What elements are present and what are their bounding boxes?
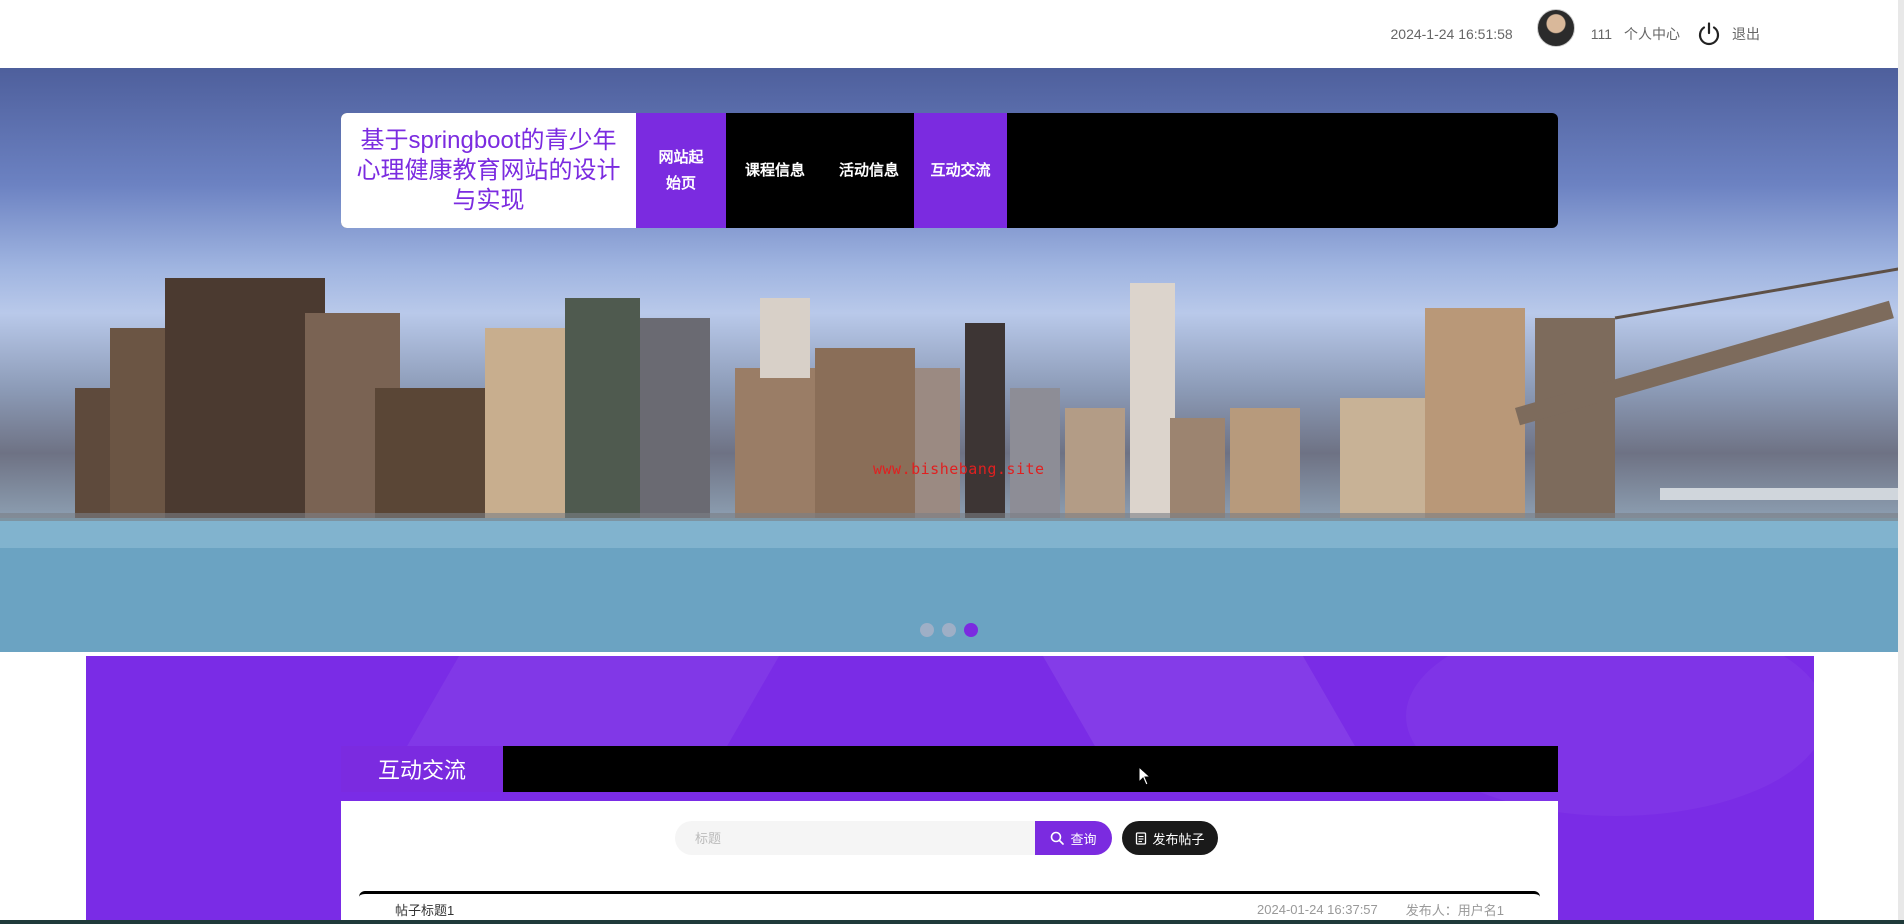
- mouse-cursor-icon: [1138, 766, 1152, 786]
- decorative-shape: [1037, 656, 1355, 746]
- taskbar-edge: [0, 920, 1904, 924]
- user-area: 2024-1-24 16:51:58 111 个人中心 退出: [1390, 9, 1760, 56]
- post-title: 帖子标题1: [395, 902, 455, 918]
- nav-course-info[interactable]: 课程信息: [726, 113, 824, 228]
- document-icon: [1136, 831, 1147, 845]
- main-nav: 基于springboot的青少年心理健康教育网站的设计与实现 网站起始页 课程信…: [341, 113, 1558, 228]
- current-datetime: 2024-1-24 16:51:58: [1390, 26, 1513, 42]
- nav-forum[interactable]: 互动交流: [914, 113, 1007, 228]
- carousel-dot-1[interactable]: [920, 623, 934, 637]
- search-icon: [1051, 831, 1065, 845]
- nav-activity-info[interactable]: 活动信息: [824, 113, 914, 228]
- watermark-text: www.bishebang.site: [873, 460, 1045, 478]
- search-row: 查询 发布帖子: [675, 821, 1218, 855]
- logout-link[interactable]: 退出: [1732, 24, 1760, 44]
- personal-center-link[interactable]: 个人中心: [1624, 24, 1680, 44]
- nav-home[interactable]: 网站起始页: [636, 113, 726, 228]
- top-bar: 2024-1-24 16:51:58 111 个人中心 退出: [0, 0, 1904, 68]
- section-title: 互动交流: [341, 746, 503, 792]
- carousel-dot-2[interactable]: [942, 623, 956, 637]
- post-author: 发布人：用户名1: [1405, 902, 1504, 918]
- scrollbar[interactable]: [1898, 0, 1904, 924]
- carousel-dot-3[interactable]: [964, 623, 978, 637]
- power-icon[interactable]: [1696, 21, 1722, 47]
- search-input[interactable]: [675, 821, 1035, 855]
- publish-post-button[interactable]: 发布帖子: [1122, 821, 1218, 855]
- decorative-shape: [1406, 656, 1814, 816]
- site-title: 基于springboot的青少年心理健康教育网站的设计与实现: [341, 113, 636, 228]
- username: 111: [1590, 26, 1612, 42]
- search-button-label: 查询: [1070, 831, 1097, 847]
- forum-panel: 查询 发布帖子 帖子标题1 2024-01-24 16:37:57 发布人：用户…: [341, 801, 1558, 924]
- avatar[interactable]: [1536, 9, 1575, 47]
- carousel-indicators: [920, 623, 978, 637]
- section-title-bar: 互动交流: [341, 746, 1558, 792]
- search-button[interactable]: 查询: [1035, 821, 1112, 855]
- publish-post-label: 发布帖子: [1152, 831, 1205, 847]
- decorative-shape: [407, 656, 785, 746]
- post-time: 2024-01-24 16:37:57: [1257, 901, 1378, 917]
